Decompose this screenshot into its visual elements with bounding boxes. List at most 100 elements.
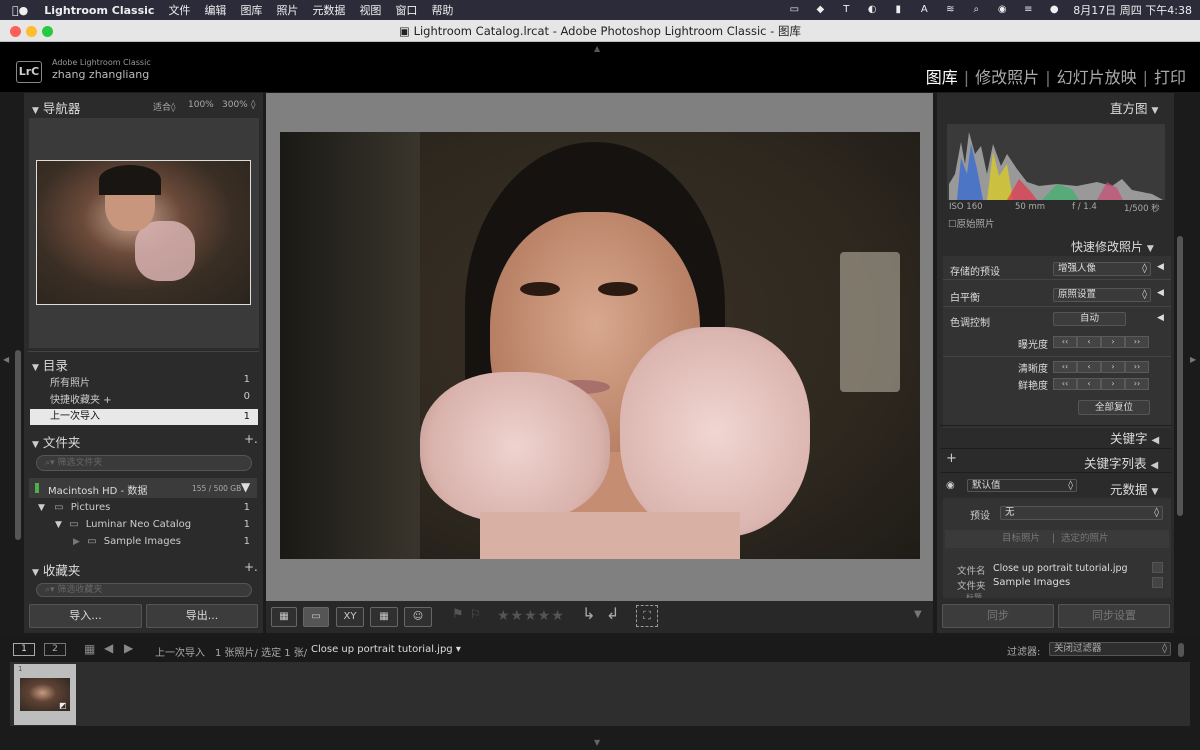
export-button[interactable]: 导出...	[146, 604, 258, 628]
menu-metadata[interactable]: 元数据	[312, 2, 345, 18]
battery-icon[interactable]: ▮	[891, 4, 905, 16]
white-balance-expand-icon[interactable]: ◀	[1157, 288, 1164, 298]
filmstrip-current-file[interactable]: Close up portrait tutorial.jpg ▾	[311, 644, 461, 655]
shield-icon[interactable]: ◆	[813, 4, 827, 16]
filename-action-icon[interactable]	[1152, 562, 1163, 573]
clarity-increase[interactable]: ›	[1101, 361, 1125, 373]
zoom-more-icon[interactable]: ◊	[251, 100, 255, 110]
add-folder-button[interactable]: +.	[244, 432, 258, 446]
catalog-item-all-photos[interactable]: 所有照片 1	[30, 374, 258, 390]
import-button[interactable]: 导入...	[29, 604, 142, 628]
reset-all-button[interactable]: 全部复位	[1078, 400, 1150, 415]
t-icon[interactable]: T	[839, 4, 853, 16]
primary-display-button[interactable]: 1	[13, 643, 35, 656]
display-icon[interactable]: ▭	[787, 4, 801, 16]
menu-view[interactable]: 视图	[359, 2, 381, 18]
clarity-decrease[interactable]: ‹	[1077, 361, 1101, 373]
module-develop[interactable]: 修改照片	[975, 68, 1039, 87]
zoom-fit[interactable]: 适合◊	[153, 100, 175, 113]
d-icon[interactable]: ◐	[865, 4, 879, 16]
crop-icon[interactable]: ⛶	[636, 605, 658, 627]
tone-control-expand-icon[interactable]: ◀	[1157, 313, 1164, 323]
wifi-icon[interactable]: ≋	[943, 4, 957, 16]
folder-search-input[interactable]: ⌕▾ 筛选文件夹	[36, 455, 252, 471]
collections-header[interactable]: ▼ 收藏夹	[32, 560, 80, 579]
target-photo-option[interactable]: 目标照片	[1002, 530, 1040, 548]
clarity-decrease-large[interactable]: ‹‹	[1053, 361, 1077, 373]
volume-expand-icon[interactable]: ▼	[241, 480, 250, 494]
exposure-increase[interactable]: ›	[1101, 336, 1125, 348]
user-icon[interactable]: ◉	[995, 4, 1009, 16]
star-rating[interactable]: ★★★★★	[497, 608, 565, 624]
menu-app-name[interactable]: Lightroom Classic	[44, 4, 154, 17]
exposure-decrease-large[interactable]: ‹‹	[1053, 336, 1077, 348]
left-scrollbar[interactable]	[15, 350, 21, 540]
keywords-header[interactable]: 关键字 ◀	[1110, 428, 1159, 447]
menu-edit[interactable]: 编辑	[204, 2, 226, 18]
folders-header[interactable]: ▼ 文件夹	[32, 432, 80, 451]
add-keyword-button[interactable]: +	[946, 451, 957, 466]
filmstrip-thumbnail-cell[interactable]: 1 ◩	[14, 664, 76, 725]
vibrance-decrease-large[interactable]: ‹‹	[1053, 378, 1077, 390]
collapse-right-icon[interactable]: ▶	[1190, 355, 1196, 364]
exposure-increase-large[interactable]: ››	[1125, 336, 1149, 348]
zoom-300[interactable]: 300%	[222, 100, 248, 110]
module-print[interactable]: 打印	[1154, 68, 1186, 87]
vibrance-increase[interactable]: ›	[1101, 378, 1125, 390]
menu-help[interactable]: 帮助	[431, 2, 453, 18]
add-collection-button[interactable]: +.	[244, 560, 258, 574]
close-window-button[interactable]	[10, 26, 21, 37]
filter-select[interactable]: 关闭过滤器 ◊	[1049, 642, 1171, 656]
collapse-top-icon[interactable]: ▲	[594, 44, 600, 53]
compare-view-button[interactable]: XY	[336, 607, 364, 627]
collection-search-input[interactable]: ⌕▾ 筛选收藏夹	[36, 583, 252, 597]
clarity-increase-large[interactable]: ››	[1125, 361, 1149, 373]
minimize-window-button[interactable]	[26, 26, 37, 37]
grid-icon[interactable]: ▦	[84, 642, 95, 656]
sync-settings-button[interactable]: 同步设置	[1058, 604, 1170, 628]
selected-photos-option[interactable]: 选定的照片	[1061, 530, 1109, 548]
flag-icon[interactable]: ⚑	[452, 607, 464, 622]
zoom-window-button[interactable]	[42, 26, 53, 37]
survey-view-button[interactable]: ▦	[370, 607, 398, 627]
a-icon[interactable]: A	[917, 4, 931, 16]
vibrance-increase-large[interactable]: ››	[1125, 378, 1149, 390]
filmstrip-source[interactable]: 上一次导入	[155, 644, 205, 659]
metadata-preset-select[interactable]: 默认值 ◊	[967, 479, 1077, 492]
module-library[interactable]: 图库	[926, 68, 958, 87]
loupe-view-button[interactable]: ▭	[303, 607, 329, 627]
right-scrollbar[interactable]	[1177, 236, 1183, 516]
auto-tone-button[interactable]: 自动	[1053, 312, 1126, 326]
menu-window[interactable]: 窗口	[395, 2, 417, 18]
filename-value[interactable]: Close up portrait tutorial.jpg	[993, 563, 1128, 574]
rotate-right-icon[interactable]: ↲	[606, 604, 619, 623]
folder-item-sample-images[interactable]: ▶ ▭ Sample Images 1	[30, 536, 258, 552]
quick-develop-header[interactable]: 快速修改照片 ▼	[1071, 238, 1154, 255]
people-view-button[interactable]: ☺	[404, 607, 432, 627]
menu-file[interactable]: 文件	[168, 2, 190, 18]
catalog-item-quick-collection[interactable]: 快捷收藏夹 +0	[30, 391, 258, 407]
original-photo-toggle[interactable]: ☐原始照片	[948, 216, 995, 230]
catalog-header[interactable]: ▼ 目录	[32, 355, 68, 374]
exposure-decrease[interactable]: ‹	[1077, 336, 1101, 348]
apple-icon[interactable]: ●	[12, 4, 28, 17]
histogram-header[interactable]: 直方图 ▼	[1110, 98, 1158, 117]
saved-preset-select[interactable]: 增强人像 ◊	[1053, 262, 1151, 276]
toolbar-menu-icon[interactable]: ▼	[914, 609, 922, 620]
white-balance-select[interactable]: 原照设置 ◊	[1053, 288, 1151, 302]
secondary-display-button[interactable]: 2	[44, 643, 66, 656]
metadata-preset-value[interactable]: 无 ◊	[1000, 506, 1163, 520]
navigator-header[interactable]: ▼ 导航器	[32, 98, 80, 117]
zoom-100[interactable]: 100%	[188, 100, 214, 110]
reject-flag-icon[interactable]: ⚐	[470, 607, 481, 621]
main-photo[interactable]	[280, 132, 920, 559]
volume-row[interactable]: Macintosh HD - 数据 155 / 500 GB ▼	[29, 478, 257, 498]
folder-item-luminar[interactable]: ▼ ▭ Luminar Neo Catalog 1	[30, 519, 258, 535]
menu-photo[interactable]: 照片	[276, 2, 298, 18]
control-center-icon[interactable]: ≡	[1021, 4, 1035, 16]
sync-button[interactable]: 同步	[942, 604, 1054, 628]
forward-arrow-icon[interactable]: ▶	[124, 641, 133, 655]
folder-item-pictures[interactable]: ▼ ▭ Pictures 1	[30, 502, 258, 518]
clock[interactable]: 8月17日 周四 下午4:38	[1073, 2, 1192, 18]
collapse-left-icon[interactable]: ◀	[3, 355, 9, 364]
